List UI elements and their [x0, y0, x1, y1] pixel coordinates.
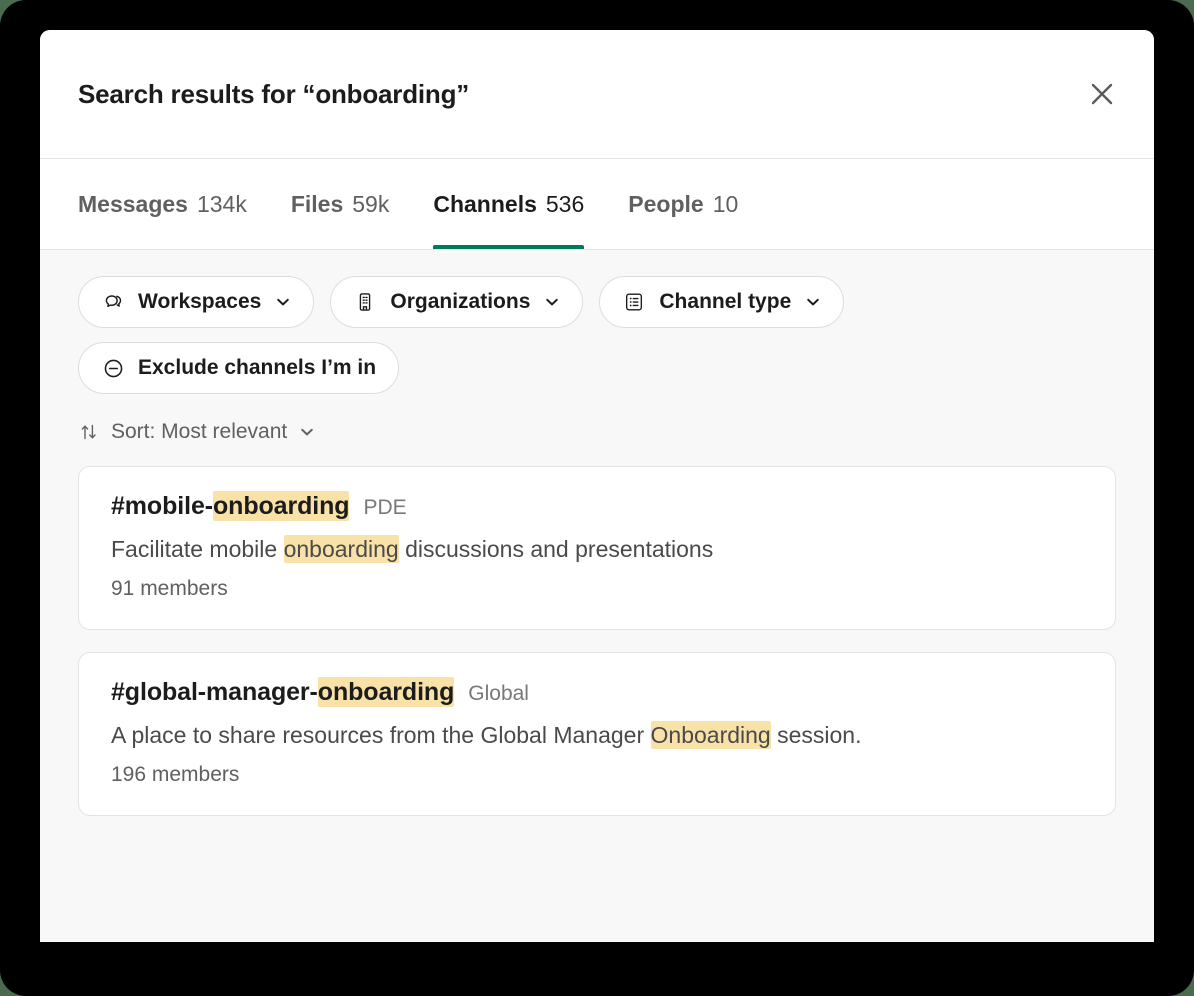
sort-control[interactable]: Sort: Most relevant	[78, 420, 315, 444]
channel-member-count: 91 members	[111, 576, 228, 600]
channel-org: Global	[468, 681, 529, 705]
search-results-content: Workspaces Organizations Channel type Ex…	[40, 250, 1154, 942]
result-header: #global-manager-onboarding Global	[111, 676, 1083, 707]
tab-label: Channels	[433, 190, 537, 217]
tab-count: 536	[545, 190, 585, 217]
result-card-mobile-onboarding[interactable]: #mobile-onboarding PDE Facilitate mobile…	[78, 466, 1116, 630]
tab-channels[interactable]: Channels 536	[433, 159, 584, 249]
filter-bar: Workspaces Organizations Channel type	[78, 276, 1116, 328]
chevron-down-icon	[805, 294, 821, 310]
channel-name: #global-manager-onboarding	[111, 676, 455, 707]
device-frame: Search results for “onboarding” Messages…	[0, 0, 1194, 996]
filter-workspaces[interactable]: Workspaces	[78, 276, 315, 328]
tab-count: 10	[712, 190, 739, 217]
circle-minus-icon	[101, 356, 125, 380]
workspaces-icon	[101, 290, 125, 314]
desc-after: discussions and presentations	[398, 536, 714, 562]
result-header: #mobile-onboarding PDE	[111, 491, 1083, 521]
channel-name-prefix: #mobile-	[111, 492, 213, 520]
tab-files[interactable]: Files 59k	[291, 159, 390, 249]
tab-label: People	[628, 190, 704, 217]
tab-label: Messages	[78, 190, 188, 217]
page-title: Search results for “onboarding”	[78, 78, 470, 109]
chevron-down-icon	[275, 294, 291, 310]
results-list: #mobile-onboarding PDE Facilitate mobile…	[78, 466, 1116, 816]
tab-people[interactable]: People 10	[628, 159, 738, 249]
list-document-icon	[622, 290, 646, 314]
tab-messages[interactable]: Messages 134k	[78, 159, 247, 249]
filter-label: Channel type	[659, 290, 792, 313]
tab-count: 134k	[196, 190, 247, 217]
filter-organizations[interactable]: Organizations	[330, 276, 584, 328]
chevron-down-icon	[544, 294, 560, 310]
desc-before: Facilitate mobile	[111, 536, 284, 562]
desc-highlight: onboarding	[283, 535, 399, 563]
tab-label: Files	[290, 190, 344, 217]
filter-channel-type[interactable]: Channel type	[599, 276, 845, 328]
filter-label: Organizations	[390, 290, 531, 313]
tab-count: 59k	[352, 190, 390, 217]
desc-after: session.	[770, 721, 862, 748]
result-card-global-manager-onboarding[interactable]: #global-manager-onboarding Global A plac…	[78, 651, 1116, 816]
filter-exclude-channels-im-in[interactable]: Exclude channels I’m in	[78, 342, 400, 394]
channel-member-count: 196 members	[111, 762, 240, 786]
filter-label: Workspaces	[138, 290, 262, 313]
channel-description: A place to share resources from the Glob…	[111, 720, 1083, 751]
chevron-down-icon	[299, 424, 315, 440]
building-icon	[353, 290, 377, 314]
close-button[interactable]	[1080, 72, 1124, 116]
search-results-modal: Search results for “onboarding” Messages…	[40, 30, 1154, 942]
sort-arrows-icon	[78, 421, 100, 443]
filter-label: Exclude channels I’m in	[138, 356, 377, 379]
filter-bar-secondary: Exclude channels I’m in	[78, 342, 1116, 394]
sort-label: Sort: Most relevant	[111, 420, 288, 443]
channel-name-prefix: #global-manager-	[111, 677, 318, 706]
desc-before: A place to share resources from the Glob…	[111, 721, 651, 748]
search-tabs: Messages 134k Files 59k Channels 536 Peo…	[40, 159, 1154, 250]
modal-header: Search results for “onboarding”	[40, 30, 1154, 159]
channel-name-highlight: onboarding	[317, 676, 455, 707]
channel-description: Facilitate mobile onboarding discussions…	[111, 535, 1083, 565]
channel-name: #mobile-onboarding	[111, 491, 350, 521]
channel-org: PDE	[363, 496, 407, 519]
desc-highlight: Onboarding	[650, 720, 771, 749]
close-icon	[1089, 81, 1115, 107]
channel-name-highlight: onboarding	[213, 491, 350, 521]
